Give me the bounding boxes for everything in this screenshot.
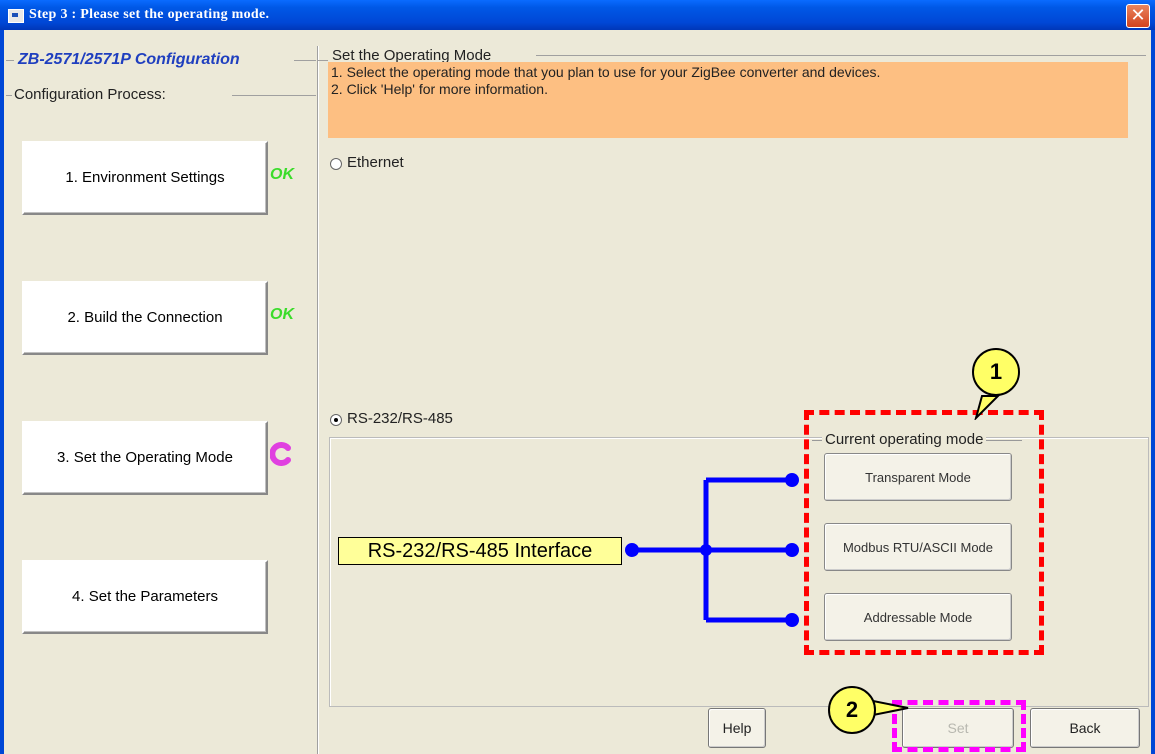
help-button[interactable]: Help xyxy=(708,708,766,748)
step-ok-status: OK xyxy=(270,306,294,323)
step-label: 3. Set the Operating Mode xyxy=(57,449,233,466)
annotation-highlight-modes xyxy=(804,410,1044,655)
instruction-line: 2. Click 'Help' for more information. xyxy=(331,81,548,97)
ethernet-radio[interactable] xyxy=(330,158,342,170)
annotation-marker-2: 2 xyxy=(828,686,876,734)
close-button[interactable]: ✕ xyxy=(1126,4,1150,28)
window-frame-left xyxy=(0,30,4,754)
instructions-box: 1. Select the operating mode that you pl… xyxy=(328,62,1128,138)
config-process-label: Configuration Process: xyxy=(12,86,168,103)
window-icon xyxy=(8,9,24,23)
device-config-title: ZB-2571/2571P Configuration xyxy=(16,51,242,69)
panel-divider xyxy=(317,46,319,754)
group-line xyxy=(232,95,316,96)
annotation-marker-1: 1 xyxy=(972,348,1020,396)
step-label: 2. Build the Connection xyxy=(67,309,223,326)
group-line xyxy=(536,55,1146,56)
group-line xyxy=(294,60,316,61)
rs232-rs485-radio[interactable] xyxy=(330,414,342,426)
in-progress-icon xyxy=(270,442,291,466)
window-frame-right xyxy=(1151,30,1155,754)
step-label: 4. Set the Parameters xyxy=(72,588,218,605)
back-button[interactable]: Back xyxy=(1030,708,1140,748)
window-title: Step 3 : Please set the operating mode. xyxy=(29,7,270,22)
interface-label: RS-232/RS-485 Interface xyxy=(338,537,622,565)
group-line xyxy=(318,60,328,61)
group-line xyxy=(6,60,14,61)
ethernet-radio-label[interactable]: Ethernet xyxy=(347,154,404,171)
interface-wiring-diagram xyxy=(625,473,799,627)
step-ok-status: OK xyxy=(270,166,294,183)
annotation-highlight-set xyxy=(892,700,1026,752)
step-set-parameters[interactable]: 4. Set the Parameters xyxy=(22,560,268,634)
step-build-connection[interactable]: 2. Build the Connection xyxy=(22,281,268,355)
rs232-rs485-radio-label[interactable]: RS-232/RS-485 xyxy=(347,410,453,427)
step-set-operating-mode[interactable]: 3. Set the Operating Mode xyxy=(22,421,268,495)
instruction-line: 1. Select the operating mode that you pl… xyxy=(331,64,881,80)
step-environment-settings[interactable]: 1. Environment Settings xyxy=(22,141,268,215)
step-label: 1. Environment Settings xyxy=(65,169,225,186)
